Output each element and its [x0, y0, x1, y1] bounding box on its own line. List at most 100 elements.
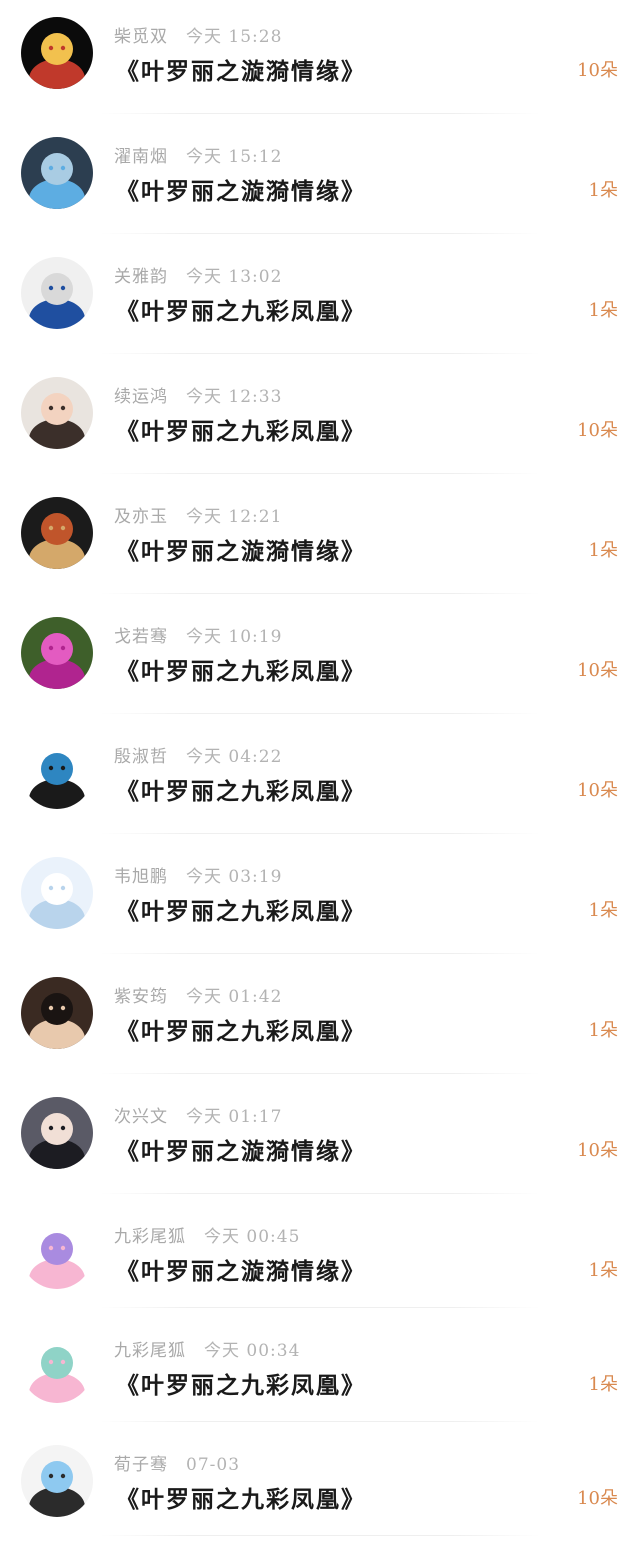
message-meta: 关雅韵 今天 13:02 — [114, 262, 282, 287]
message-meta: 续运鸿 今天 12:33 — [114, 382, 282, 407]
row-divider — [100, 1307, 540, 1308]
username-label[interactable]: 戈若骞 — [114, 627, 168, 647]
message-row[interactable]: 柴觅双 今天 15:28 《叶罗丽之漩漪情缘》 10朵 — [0, 0, 640, 120]
book-title-label[interactable]: 《叶罗丽之九彩凤凰》 — [116, 892, 366, 926]
rainbow-fox-avatar-icon[interactable] — [21, 1217, 93, 1289]
message-row[interactable]: 韦旭鹏 今天 03:19 《叶罗丽之九彩凤凰》 1朵 — [0, 840, 640, 960]
dark-hair-girl-avatar-icon[interactable] — [21, 1097, 93, 1169]
row-divider — [100, 473, 540, 474]
row-divider — [100, 1073, 540, 1074]
row-divider — [100, 353, 540, 354]
username-label[interactable]: 荀子骞 — [114, 1455, 168, 1475]
timestamp-label: 今天 01:17 — [186, 1107, 283, 1127]
message-row[interactable]: 关雅韵 今天 13:02 《叶罗丽之九彩凤凰》 1朵 — [0, 240, 640, 360]
message-meta: 柴觅双 今天 15:28 — [114, 22, 282, 47]
username-label[interactable]: 关雅韵 — [114, 267, 168, 287]
panda-avatar-icon[interactable] — [21, 737, 93, 809]
username-label[interactable]: 九彩尾狐 — [114, 1341, 186, 1361]
username-label[interactable]: 九彩尾狐 — [114, 1227, 186, 1247]
flower-count-label: 1朵 — [588, 1374, 618, 1395]
food-bowl-avatar-icon[interactable] — [21, 497, 93, 569]
message-meta: 九彩尾狐 今天 00:45 — [114, 1222, 300, 1247]
message-meta: 九彩尾狐 今天 00:34 — [114, 1336, 300, 1361]
girl-photo-avatar-icon[interactable] — [21, 377, 93, 449]
flower-count-label: 10朵 — [577, 60, 618, 81]
timestamp-label: 今天 10:19 — [186, 627, 283, 647]
timestamp-label: 今天 12:21 — [186, 507, 283, 527]
timestamp-label: 今天 15:28 — [186, 27, 283, 47]
orchid-flower-avatar-icon[interactable] — [21, 617, 93, 689]
message-meta: 濯南烟 今天 15:12 — [114, 142, 282, 167]
flower-count-label: 10朵 — [577, 780, 618, 801]
timestamp-label: 今天 03:19 — [186, 867, 283, 887]
gift-message-list: 柴觅双 今天 15:28 《叶罗丽之漩漪情缘》 10朵 濯南烟 今天 15:12 《叶罗丽之… — [0, 0, 640, 1542]
book-title-label[interactable]: 《叶罗丽之九彩凤凰》 — [116, 1366, 366, 1400]
timestamp-label: 今天 04:22 — [186, 747, 283, 767]
message-row[interactable]: 九彩尾狐 今天 00:34 《叶罗丽之九彩凤凰》 1朵 — [0, 1314, 640, 1428]
flower-count-label: 10朵 — [577, 660, 618, 681]
message-meta: 殷淑哲 今天 04:22 — [114, 742, 282, 767]
book-title-label[interactable]: 《叶罗丽之九彩凤凰》 — [116, 292, 366, 326]
message-meta: 韦旭鹏 今天 03:19 — [114, 862, 282, 887]
message-row[interactable]: 九彩尾狐 今天 00:45 《叶罗丽之漩漪情缘》 1朵 — [0, 1200, 640, 1314]
row-divider — [100, 833, 540, 834]
timestamp-label: 今天 00:34 — [204, 1341, 301, 1361]
username-label[interactable]: 紫安筠 — [114, 987, 168, 1007]
row-divider — [100, 113, 540, 114]
timestamp-label: 07-03 — [186, 1455, 241, 1475]
message-meta: 紫安筠 今天 01:42 — [114, 982, 282, 1007]
book-title-label[interactable]: 《叶罗丽之九彩凤凰》 — [116, 772, 366, 806]
username-label[interactable]: 濯南烟 — [114, 147, 168, 167]
row-divider — [100, 1193, 540, 1194]
timestamp-label: 今天 12:33 — [186, 387, 283, 407]
flower-count-label: 1朵 — [588, 540, 618, 561]
book-title-label[interactable]: 《叶罗丽之九彩凤凰》 — [116, 412, 366, 446]
message-row[interactable]: 濯南烟 今天 15:12 《叶罗丽之漩漪情缘》 1朵 — [0, 120, 640, 240]
flower-count-label: 10朵 — [577, 1488, 618, 1509]
book-title-label[interactable]: 《叶罗丽之漩漪情缘》 — [116, 52, 366, 86]
flower-count-label: 10朵 — [577, 420, 618, 441]
bus-avatar-icon[interactable] — [21, 257, 93, 329]
message-meta: 荀子骞 07-03 — [114, 1450, 240, 1475]
rainbow-fox-avatar-icon[interactable] — [21, 1331, 93, 1403]
message-row[interactable]: 荀子骞 07-03 《叶罗丽之九彩凤凰》 10朵 — [0, 1428, 640, 1542]
message-row[interactable]: 及亦玉 今天 12:21 《叶罗丽之漩漪情缘》 1朵 — [0, 480, 640, 600]
message-row[interactable]: 紫安筠 今天 01:42 《叶罗丽之九彩凤凰》 1朵 — [0, 960, 640, 1080]
flower-count-label: 1朵 — [588, 1260, 618, 1281]
message-row[interactable]: 殷淑哲 今天 04:22 《叶罗丽之九彩凤凰》 10朵 — [0, 720, 640, 840]
anime-girl-avatar-icon[interactable] — [21, 857, 93, 929]
timestamp-label: 今天 00:45 — [204, 1227, 301, 1247]
message-row[interactable]: 戈若骞 今天 10:19 《叶罗丽之九彩凤凰》 10朵 — [0, 600, 640, 720]
flower-count-label: 1朵 — [588, 900, 618, 921]
row-divider — [100, 593, 540, 594]
username-label[interactable]: 及亦玉 — [114, 507, 168, 527]
flower-count-label: 1朵 — [588, 180, 618, 201]
boy-photo-avatar-icon[interactable] — [21, 977, 93, 1049]
username-label[interactable]: 次兴文 — [114, 1107, 168, 1127]
flower-count-label: 1朵 — [588, 1020, 618, 1041]
flower-count-label: 10朵 — [577, 1140, 618, 1161]
horned-hero-avatar-icon[interactable] — [21, 17, 93, 89]
book-title-label[interactable]: 《叶罗丽之漩漪情缘》 — [116, 532, 366, 566]
row-divider — [100, 1535, 540, 1536]
robot-avatar-icon[interactable] — [21, 137, 93, 209]
message-row[interactable]: 次兴文 今天 01:17 《叶罗丽之漩漪情缘》 10朵 — [0, 1080, 640, 1200]
book-title-label[interactable]: 《叶罗丽之九彩凤凰》 — [116, 652, 366, 686]
username-label[interactable]: 殷淑哲 — [114, 747, 168, 767]
book-title-label[interactable]: 《叶罗丽之漩漪情缘》 — [116, 1252, 366, 1286]
message-meta: 戈若骞 今天 10:19 — [114, 622, 282, 647]
row-divider — [100, 1421, 540, 1422]
book-title-label[interactable]: 《叶罗丽之漩漪情缘》 — [116, 172, 366, 206]
message-row[interactable]: 续运鸿 今天 12:33 《叶罗丽之九彩凤凰》 10朵 — [0, 360, 640, 480]
username-label[interactable]: 柴觅双 — [114, 27, 168, 47]
flower-count-label: 1朵 — [588, 300, 618, 321]
book-title-label[interactable]: 《叶罗丽之漩漪情缘》 — [116, 1132, 366, 1166]
timestamp-label: 今天 01:42 — [186, 987, 283, 1007]
anime-boy-avatar-icon[interactable] — [21, 1445, 93, 1517]
username-label[interactable]: 韦旭鹏 — [114, 867, 168, 887]
message-meta: 及亦玉 今天 12:21 — [114, 502, 282, 527]
username-label[interactable]: 续运鸿 — [114, 387, 168, 407]
book-title-label[interactable]: 《叶罗丽之九彩凤凰》 — [116, 1012, 366, 1046]
book-title-label[interactable]: 《叶罗丽之九彩凤凰》 — [116, 1480, 366, 1514]
timestamp-label: 今天 13:02 — [186, 267, 283, 287]
